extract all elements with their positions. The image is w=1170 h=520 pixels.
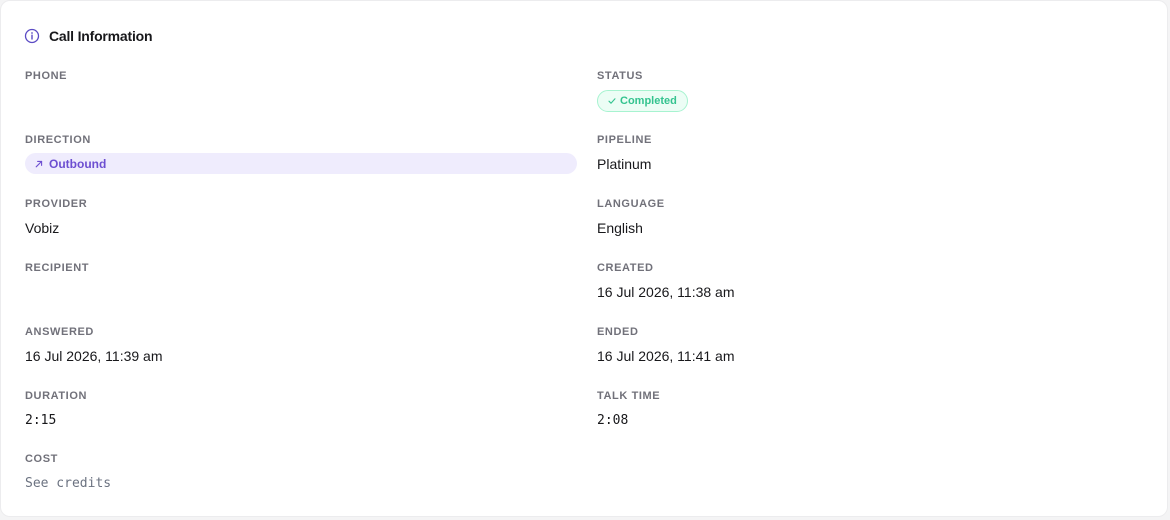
info-icon	[24, 28, 40, 44]
field-label: PIPELINE	[597, 134, 652, 146]
created-value: 16 Jul 2026, 11:38 am	[597, 284, 735, 300]
field-label: CREATED	[597, 262, 654, 274]
duration-value: 2:15	[25, 413, 57, 428]
ended-value: 16 Jul 2026, 11:41 am	[597, 348, 735, 364]
field-label: STATUS	[597, 70, 643, 82]
field-language: LANGUAGE English	[597, 198, 1149, 237]
field-ended: ENDED 16 Jul 2026, 11:41 am	[597, 326, 1149, 365]
status-badge-label: Completed	[620, 95, 677, 107]
call-information-card: Call Information PHONE STATUS Completed …	[0, 0, 1168, 517]
field-status: STATUS Completed	[597, 70, 1149, 112]
field-label: ENDED	[597, 326, 639, 338]
field-pipeline: PIPELINE Platinum	[597, 134, 1149, 173]
language-value: English	[597, 220, 643, 236]
phone-value	[25, 91, 577, 109]
field-recipient: RECIPIENT	[25, 262, 577, 301]
cost-value: See credits	[25, 476, 112, 491]
field-label: DURATION	[25, 390, 88, 402]
direction-badge: Outbound	[25, 153, 577, 174]
field-phone: PHONE	[25, 70, 577, 109]
field-label: LANGUAGE	[597, 198, 665, 210]
field-answered: ANSWERED 16 Jul 2026, 11:39 am	[25, 326, 577, 365]
card-title: Call Information	[49, 28, 153, 44]
arrow-up-right-icon	[35, 160, 43, 167]
field-label: COST	[25, 453, 58, 465]
field-talk-time: TALK TIME 2:08	[597, 390, 1149, 430]
pipeline-value: Platinum	[597, 156, 652, 172]
field-label: RECIPIENT	[25, 262, 90, 274]
field-label: PHONE	[25, 70, 68, 82]
recipient-value	[25, 283, 577, 301]
field-label: DIRECTION	[25, 134, 91, 146]
field-label: PROVIDER	[25, 198, 88, 210]
direction-badge-label: Outbound	[49, 156, 107, 171]
card-header: Call Information	[24, 27, 153, 45]
talk-time-value: 2:08	[597, 413, 629, 428]
field-direction: DIRECTION Outbound	[25, 134, 577, 174]
field-cost: COST See credits	[25, 453, 577, 493]
field-created: CREATED 16 Jul 2026, 11:38 am	[597, 262, 1149, 301]
provider-value: Vobiz	[25, 220, 60, 236]
field-duration: DURATION 2:15	[25, 390, 577, 430]
field-label: ANSWERED	[25, 326, 94, 338]
status-badge: Completed	[597, 90, 688, 112]
answered-value: 16 Jul 2026, 11:39 am	[25, 348, 163, 364]
field-label: TALK TIME	[597, 390, 661, 402]
field-provider: PROVIDER Vobiz	[25, 198, 577, 237]
check-icon	[608, 98, 616, 104]
